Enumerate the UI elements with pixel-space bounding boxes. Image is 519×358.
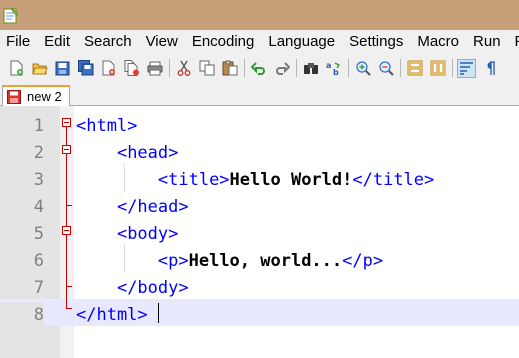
code-token: <html> — [76, 116, 138, 136]
tab-label: new 2 — [27, 89, 62, 104]
menu-settings[interactable]: Settings — [342, 30, 410, 54]
save-all-icon[interactable] — [77, 60, 94, 77]
redo-icon[interactable] — [273, 60, 290, 77]
line-number: 3 — [33, 170, 44, 190]
copy-icon[interactable] — [198, 60, 215, 77]
line-content: <title>Hello World!</title> — [76, 167, 434, 194]
line-content: </html> — [76, 302, 148, 329]
code-line: 7 </body> — [0, 272, 519, 299]
code-line: 2 <head> — [0, 137, 519, 164]
replace-icon[interactable]: ab — [325, 60, 342, 77]
tab-bar: new 2 — [0, 82, 519, 106]
find-icon[interactable] — [302, 60, 319, 77]
indent-guide — [124, 245, 126, 272]
menu-view[interactable]: View — [139, 30, 185, 54]
zoom-in-icon[interactable] — [354, 60, 371, 77]
menu-macro[interactable]: Macro — [410, 30, 466, 54]
code-token: </head> — [116, 197, 189, 217]
code-line: 5 <body> — [0, 218, 519, 245]
toolbar-separator — [348, 59, 349, 77]
svg-text:b: b — [333, 68, 339, 76]
menu-plugins[interactable]: Plu — [508, 30, 519, 54]
unsaved-file-icon — [7, 89, 21, 104]
indent-guide — [124, 164, 126, 191]
show-all-characters-icon[interactable] — [481, 60, 498, 77]
fold-end-marker — [66, 308, 72, 309]
line-number: 6 — [33, 251, 44, 271]
code-token: </body> — [116, 278, 189, 298]
code-token: </p> — [342, 251, 384, 271]
menu-file[interactable]: File — [0, 30, 37, 54]
toolbar-separator — [169, 59, 170, 77]
code-text: Hello, world... — [188, 251, 343, 271]
word-wrap-icon[interactable] — [457, 58, 476, 78]
menu-encoding[interactable]: Encoding — [185, 30, 262, 54]
line-number: 2 — [33, 143, 44, 163]
paste-icon[interactable] — [221, 60, 238, 77]
svg-text:a: a — [326, 61, 331, 70]
line-number: 7 — [33, 278, 44, 298]
open-file-icon[interactable] — [31, 60, 48, 77]
current-code-line: 8 </html> — [0, 299, 519, 329]
menu-language[interactable]: Language — [261, 30, 342, 54]
code-token: <body> — [116, 224, 179, 244]
code-token: <title> — [157, 170, 230, 190]
line-number: 5 — [33, 224, 44, 244]
fold-end-marker — [66, 286, 72, 287]
menu-edit[interactable]: Edit — [37, 30, 77, 54]
cut-icon[interactable] — [175, 60, 192, 77]
toolbar-separator — [244, 59, 245, 77]
tab-new-2[interactable]: new 2 — [2, 85, 70, 106]
new-file-icon[interactable] — [8, 60, 25, 77]
line-content: <html> — [76, 113, 137, 140]
fold-line — [66, 127, 67, 308]
line-number: 1 — [33, 116, 44, 136]
line-number: 8 — [0, 302, 44, 329]
print-icon[interactable] — [146, 60, 163, 77]
toolbar-separator — [296, 59, 297, 77]
menu-bar: File Edit Search View Encoding Language … — [0, 30, 519, 54]
code-text: Hello World! — [229, 170, 353, 190]
zoom-out-icon[interactable] — [377, 60, 394, 77]
code-token: <head> — [116, 143, 179, 163]
code-line: 6 <p>Hello, world...</p> — [0, 245, 519, 272]
undo-icon[interactable] — [250, 60, 267, 77]
line-content: </body> — [76, 275, 189, 302]
menu-search[interactable]: Search — [77, 30, 139, 54]
line-content: <head> — [76, 140, 178, 167]
line-number: 4 — [33, 197, 44, 217]
text-caret — [158, 303, 159, 323]
code-token: </html> — [76, 305, 148, 325]
code-editor[interactable]: 1 <html> 2 <head> 3 <title>Hello World!<… — [0, 106, 519, 358]
toolbar: ab — [0, 54, 519, 82]
line-content: <body> — [76, 221, 178, 248]
code-token: </title> — [352, 170, 435, 190]
sync-horizontal-icon[interactable] — [429, 60, 446, 77]
save-icon[interactable] — [54, 60, 71, 77]
fold-end-marker — [66, 205, 72, 206]
close-icon[interactable] — [100, 60, 117, 77]
fold-toggle-html[interactable] — [62, 118, 71, 127]
toolbar-separator — [452, 59, 453, 77]
title-bar — [0, 0, 519, 30]
toolbar-separator — [400, 59, 401, 77]
code-line: 3 <title>Hello World!</title> — [0, 164, 519, 191]
close-all-icon[interactable] — [123, 60, 140, 77]
notepad-app-icon — [3, 7, 19, 24]
line-content: <p>Hello, world...</p> — [76, 248, 383, 275]
code-token: <p> — [157, 251, 189, 271]
fold-toggle-body[interactable] — [62, 226, 71, 235]
line-content: </head> — [76, 194, 189, 221]
menu-run[interactable]: Run — [466, 30, 508, 54]
sync-vertical-icon[interactable] — [406, 60, 423, 77]
fold-toggle-head[interactable] — [62, 145, 71, 154]
code-line: 1 <html> — [0, 110, 519, 137]
code-line: 4 </head> — [0, 191, 519, 218]
